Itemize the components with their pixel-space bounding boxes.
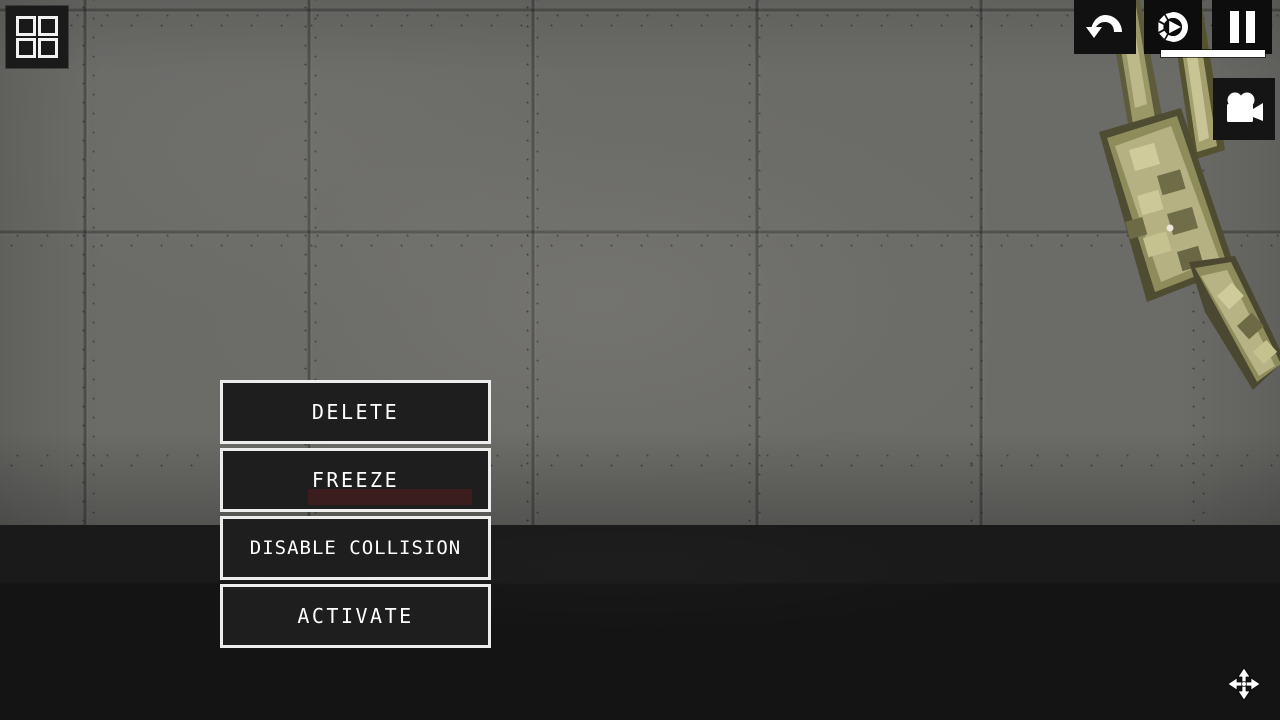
delete-button[interactable]: DELETE (220, 380, 491, 444)
freeze-button[interactable]: FREEZE (220, 448, 491, 512)
grid-2x2-icon (16, 16, 58, 58)
wall-rivets-row-a (0, 0, 1280, 525)
object-context-menu: DELETE FREEZE DISABLE COLLISION ACTIVATE (220, 380, 491, 648)
game-viewport: DELETE FREEZE DISABLE COLLISION ACTIVATE (0, 0, 1280, 720)
wall-rivets-row-b (0, 0, 1280, 525)
delete-button-label: DELETE (311, 400, 400, 424)
top-right-hud (1074, 0, 1280, 68)
move-cursor (1227, 667, 1261, 701)
pause-bar-left (1229, 11, 1239, 43)
camera-button[interactable] (1213, 78, 1275, 140)
grid-cell (38, 16, 58, 36)
freeze-button-label: FREEZE (311, 468, 400, 492)
pause-bar-right (1245, 11, 1255, 43)
slow-motion-button[interactable] (1144, 0, 1202, 54)
slow-motion-play-icon (1158, 12, 1188, 42)
pause-button[interactable] (1212, 0, 1272, 54)
time-scale-bar[interactable] (1161, 50, 1265, 57)
movie-camera-icon (1227, 92, 1263, 122)
grid-cell (16, 38, 36, 58)
time-scale-bar-fill (1161, 50, 1265, 57)
inventory-grid-button[interactable] (6, 6, 68, 68)
wall-shading-overlay (0, 0, 1280, 525)
background-wall (0, 0, 1280, 525)
grid-cell (38, 38, 58, 58)
disable-collision-button-label: DISABLE COLLISION (249, 537, 462, 559)
activate-button[interactable]: ACTIVATE (220, 584, 491, 648)
pause-icon (1229, 11, 1255, 43)
background-floor (0, 525, 1280, 720)
disable-collision-button[interactable]: DISABLE COLLISION (220, 516, 491, 580)
grid-cell (16, 16, 36, 36)
undo-button[interactable] (1074, 0, 1136, 54)
undo-arrow-icon (1086, 15, 1122, 38)
activate-button-label: ACTIVATE (297, 604, 414, 628)
